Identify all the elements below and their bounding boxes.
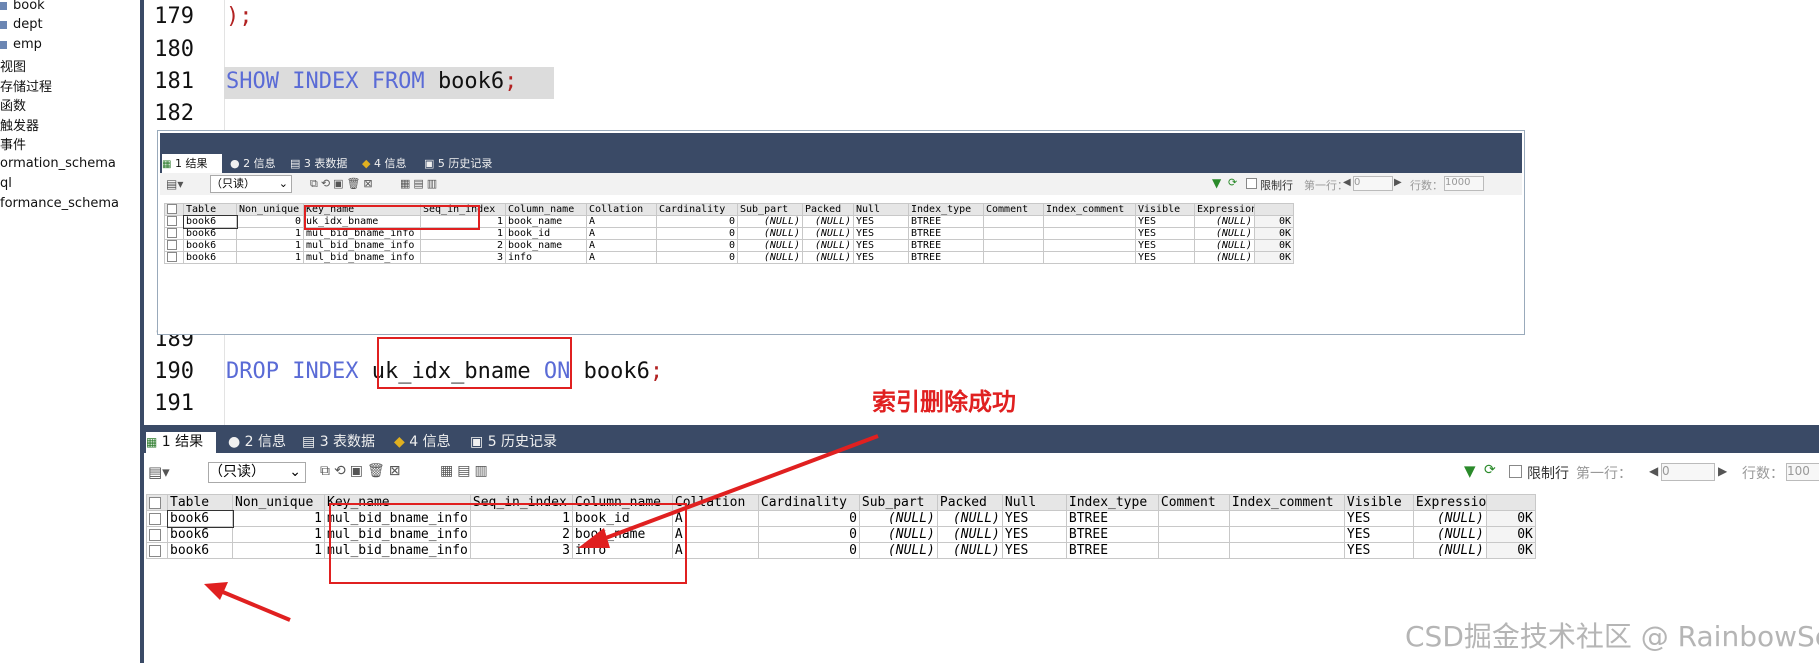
annotation-arrows — [204, 434, 879, 622]
watermark: CSD掘金技术社区 @ RainbowSea — [1405, 620, 1819, 653]
arrow-to-grid-left — [204, 582, 291, 622]
arrow-to-result — [578, 434, 879, 548]
